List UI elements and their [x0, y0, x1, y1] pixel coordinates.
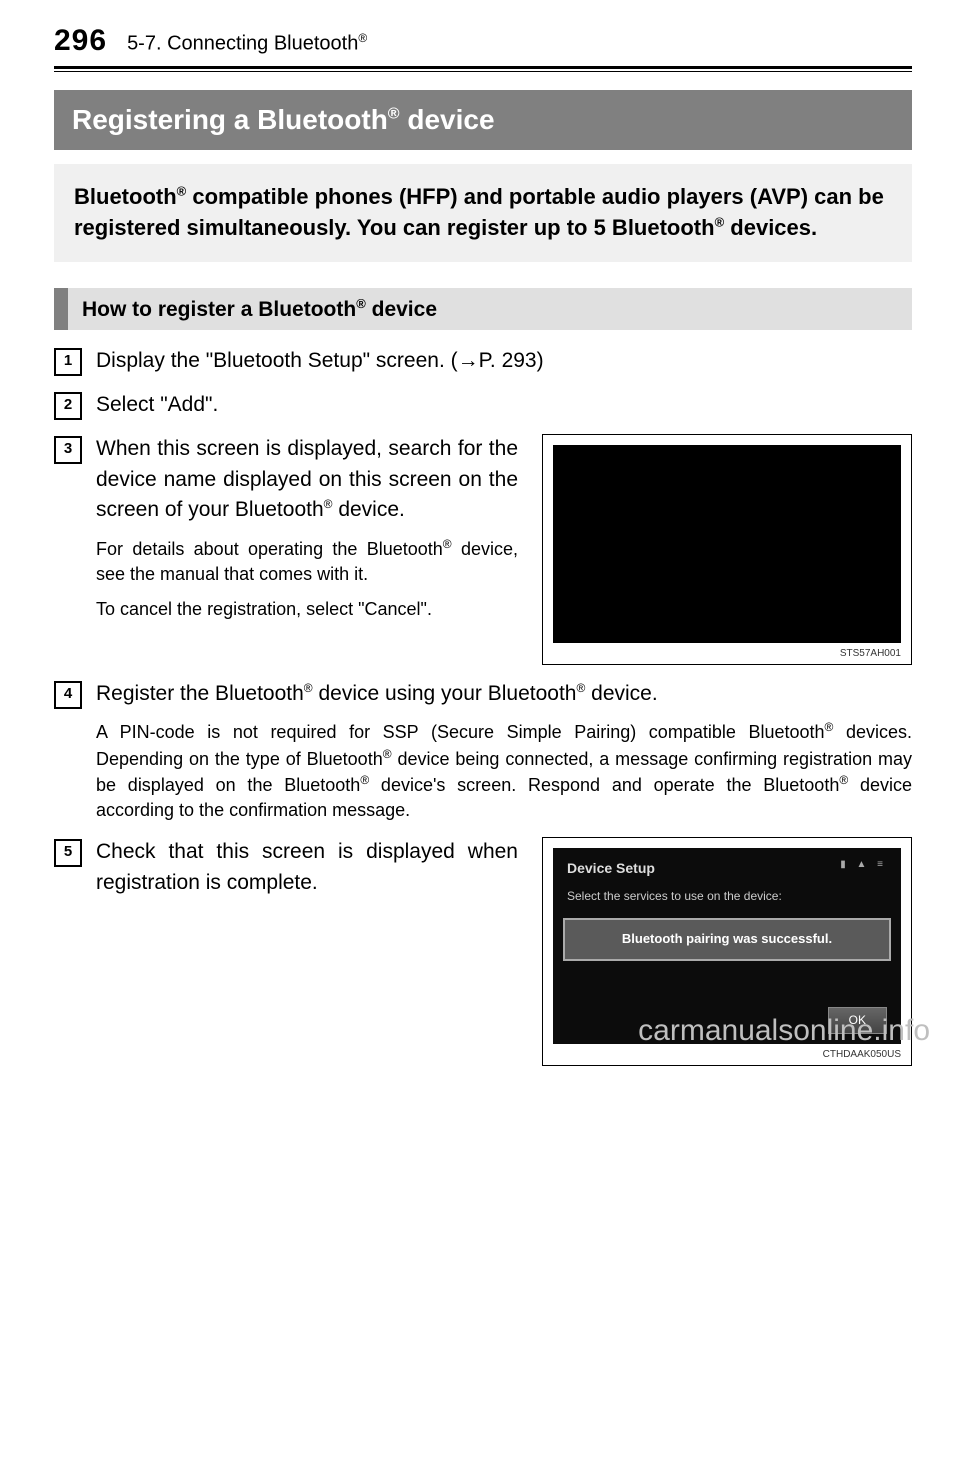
intro-sup-2: ® [715, 214, 725, 229]
step3-p1a: When this screen is displayed, search fo… [96, 437, 518, 521]
step-body: Select "Add". [96, 390, 912, 420]
section-header: How to register a Bluetooth® device [54, 288, 912, 330]
step4-p1a: Register the Bluetooth [96, 682, 304, 705]
section-header-pre: How to register a Bluetooth [82, 298, 356, 321]
step-body: Display the "Bluetooth Setup" screen. (→… [96, 346, 912, 376]
section-header-label: How to register a Bluetooth® device [68, 288, 451, 330]
step4-p2sup4: ® [839, 773, 848, 787]
step-3: 3 When this screen is displayed, search … [54, 434, 912, 665]
status-icons: ▮ ▲ ≡ [840, 858, 887, 873]
step-body: Register the Bluetooth® device using you… [96, 679, 912, 823]
title-pre: Registering a Bluetooth [72, 104, 388, 135]
breadcrumb-text: 5-7. Connecting Bluetooth [127, 33, 358, 55]
header-rule-thin [54, 71, 912, 72]
figure-1: STS57AH001 [542, 434, 912, 665]
step3-p2a: For details about operating the Bluetoot… [96, 539, 443, 559]
step3-para-3: To cancel the registration, select "Canc… [96, 597, 518, 622]
step-number-icon: 5 [54, 839, 82, 867]
step4-p2d: device's screen. Respond and operate the… [369, 775, 839, 795]
step-2: 2 Select "Add". [54, 390, 912, 420]
step4-p2sup2: ® [383, 747, 392, 761]
step5-text: Check that this screen is displayed when… [96, 837, 518, 898]
intro-text-1: Bluetooth [74, 184, 177, 209]
title-post: device [400, 104, 495, 135]
step-number-icon: 3 [54, 436, 82, 464]
step-number-icon: 1 [54, 348, 82, 376]
figure-1-screen [553, 445, 901, 643]
breadcrumb-sup: ® [358, 31, 367, 45]
step3-para-1: When this screen is displayed, search fo… [96, 434, 518, 525]
steps-list: 1 Display the "Bluetooth Setup" screen. … [54, 346, 912, 1066]
intro-text-3: devices. [724, 215, 817, 240]
step-body: When this screen is displayed, search fo… [96, 434, 912, 665]
step4-p1b: device using your Bluetooth [313, 682, 577, 705]
screen-title: Device Setup [567, 858, 887, 878]
step3-p2sup: ® [443, 537, 452, 551]
section-header-sup: ® [356, 296, 366, 311]
page-header: 296 5-7. Connecting Bluetooth® [54, 0, 912, 66]
page-number: 296 [54, 24, 107, 58]
watermark: carmanualsonline.info [638, 1014, 930, 1048]
step-number-icon: 4 [54, 681, 82, 709]
figure-1-caption: STS57AH001 [553, 647, 901, 662]
figure-2-caption: CTHDAAK050US [553, 1048, 901, 1063]
title-sup: ® [388, 106, 400, 123]
section-tab-icon [54, 288, 68, 330]
pairing-dialog: Bluetooth pairing was successful. [563, 918, 891, 961]
breadcrumb: 5-7. Connecting Bluetooth® [127, 31, 367, 56]
step4-p1sup2: ® [576, 681, 585, 695]
step-4: 4 Register the Bluetooth® device using y… [54, 679, 912, 823]
section-header-post: device [366, 298, 437, 321]
step1-text-b: P. 293) [479, 349, 544, 372]
step4-para-2: A PIN-code is not required for SSP (Secu… [96, 719, 912, 823]
step4-p2a: A PIN-code is not required for SSP (Secu… [96, 722, 825, 742]
step-1: 1 Display the "Bluetooth Setup" screen. … [54, 346, 912, 376]
page-title: Registering a Bluetooth® device [54, 90, 912, 150]
header-rule-thick [54, 66, 912, 69]
step4-p2sup3: ® [360, 773, 369, 787]
step3-p1b: device. [332, 498, 404, 521]
step-number-icon: 2 [54, 392, 82, 420]
intro-sup-1: ® [177, 184, 187, 199]
intro-box: Bluetooth® compatible phones (HFP) and p… [54, 164, 912, 262]
step4-para-1: Register the Bluetooth® device using you… [96, 679, 912, 709]
step4-p1c: device. [585, 682, 657, 705]
step1-text-a: Display the "Bluetooth Setup" screen. ( [96, 349, 458, 372]
screen-subtitle: Select the services to use on the device… [567, 888, 887, 905]
step3-para-2: For details about operating the Bluetoot… [96, 536, 518, 587]
arrow-icon: → [458, 349, 479, 372]
step4-p1sup: ® [304, 681, 313, 695]
